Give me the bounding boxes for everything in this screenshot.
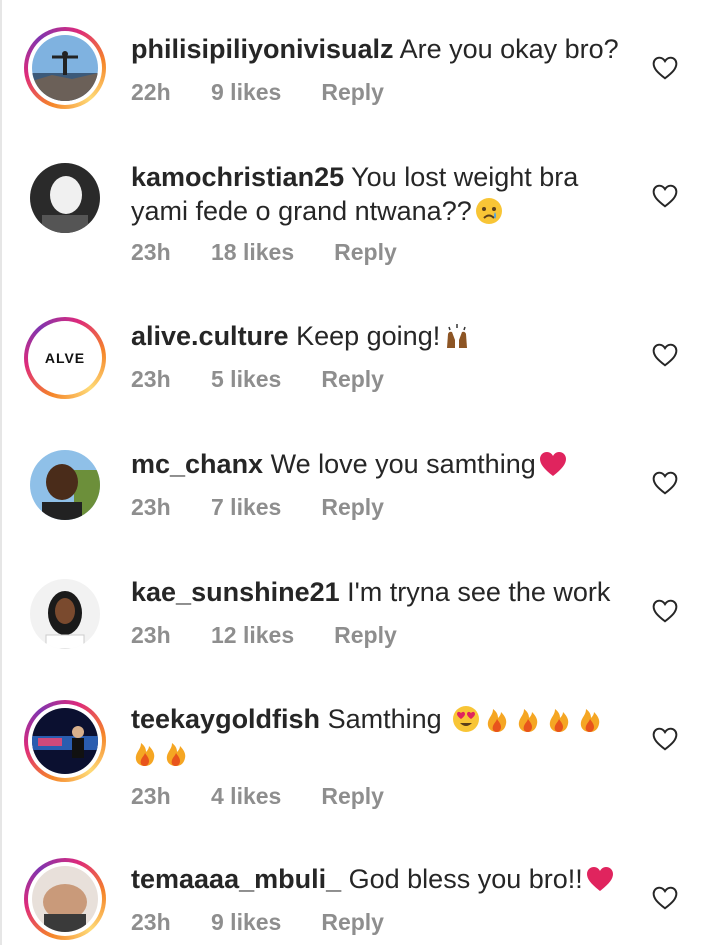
comment-text: mc_chanx We love you samthing — [131, 447, 631, 481]
comment-body: I'm tryna see the work — [347, 577, 611, 607]
fire-icon — [518, 709, 538, 732]
comment-username[interactable]: kae_sunshine21 — [131, 577, 340, 607]
fire-icon — [549, 709, 569, 732]
fire-icon — [135, 743, 155, 766]
comment-username[interactable]: kamochristian25 — [131, 162, 344, 192]
comment-time: 22h — [131, 79, 171, 105]
avatar-ring[interactable] — [24, 27, 106, 109]
comment-text: kae_sunshine21 I'm tryna see the work — [131, 575, 631, 609]
avatar-ring[interactable]: ALVE — [24, 317, 106, 399]
comment-meta: 22h 9 likes Reply — [131, 79, 384, 106]
comment-time: 23h — [131, 239, 171, 265]
comment-body: We love you samthing — [270, 449, 536, 479]
avatar — [30, 450, 100, 520]
comment-body: Keep going! — [296, 321, 441, 351]
left-edge-divider — [0, 0, 2, 945]
heart-outline-icon[interactable] — [652, 56, 678, 80]
comment-meta: 23h 7 likes Reply — [131, 494, 384, 521]
avatar-ring[interactable] — [24, 444, 106, 526]
heart-outline-icon[interactable] — [652, 727, 678, 751]
comment-username[interactable]: temaaaa_mbuli_ — [131, 864, 341, 894]
comment-username[interactable]: alive.culture — [131, 321, 289, 351]
heart-eyes-icon — [453, 706, 480, 732]
comment-meta: 23h 4 likes Reply — [131, 783, 384, 810]
avatar — [32, 35, 98, 101]
red-heart-icon — [586, 867, 613, 891]
heart-outline-icon[interactable] — [652, 886, 678, 910]
comment-text: kamochristian25 You lost weight bra yami… — [131, 160, 631, 228]
comment-username[interactable]: mc_chanx — [131, 449, 263, 479]
comment-meta: 23h 9 likes Reply — [131, 909, 384, 936]
avatar-ring[interactable] — [24, 858, 106, 940]
comment-likes[interactable]: 4 likes — [211, 783, 281, 810]
heart-outline-icon[interactable] — [652, 471, 678, 495]
comment-text: philisipiliyonivisualz Are you okay bro? — [131, 32, 631, 66]
avatar-ring[interactable] — [24, 157, 106, 239]
fire-icon — [580, 709, 600, 732]
reply-button[interactable]: Reply — [321, 79, 384, 106]
comment-text: alive.culture Keep going! — [131, 319, 631, 353]
avatar — [30, 163, 100, 233]
comment-time: 23h — [131, 622, 171, 648]
comment-username[interactable]: philisipiliyonivisualz — [131, 34, 394, 64]
heart-outline-icon[interactable] — [652, 599, 678, 623]
avatar-ring[interactable] — [24, 573, 106, 655]
avatar — [32, 866, 98, 932]
avatar: ALVE — [32, 325, 98, 391]
fire-icon — [487, 709, 507, 732]
avatar — [30, 579, 100, 649]
reply-button[interactable]: Reply — [334, 622, 397, 649]
comment-time: 23h — [131, 783, 171, 809]
comment-time: 23h — [131, 366, 171, 392]
comment-meta: 23h 18 likes Reply — [131, 239, 397, 266]
comment-body: God bless you bro!! — [348, 864, 583, 894]
reply-button[interactable]: Reply — [321, 783, 384, 810]
reply-button[interactable]: Reply — [321, 366, 384, 393]
comment-likes[interactable]: 5 likes — [211, 366, 281, 393]
reply-button[interactable]: Reply — [321, 494, 384, 521]
raising-hands-icon — [447, 324, 468, 348]
comment-text: temaaaa_mbuli_ God bless you bro!! — [131, 862, 631, 896]
avatar-logo-text: ALVE — [44, 350, 86, 366]
comment-body: Samthing — [327, 704, 442, 734]
comment-meta: 23h 5 likes Reply — [131, 366, 384, 393]
comment-likes[interactable]: 18 likes — [211, 239, 294, 266]
comment-meta: 23h 12 likes Reply — [131, 622, 397, 649]
comment-time: 23h — [131, 494, 171, 520]
comment-text: teekaygoldfish Samthing — [131, 702, 631, 770]
heart-outline-icon[interactable] — [652, 184, 678, 208]
comment-likes[interactable]: 9 likes — [211, 909, 281, 936]
reply-button[interactable]: Reply — [321, 909, 384, 936]
comment-likes[interactable]: 7 likes — [211, 494, 281, 521]
red-heart-icon — [539, 452, 566, 476]
reply-button[interactable]: Reply — [334, 239, 397, 266]
comment-time: 23h — [131, 909, 171, 935]
fire-icon — [166, 743, 186, 766]
comment-likes[interactable]: 9 likes — [211, 79, 281, 106]
avatar — [32, 708, 98, 774]
comment-username[interactable]: teekaygoldfish — [131, 704, 320, 734]
heart-outline-icon[interactable] — [652, 343, 678, 367]
comment-body: Are you okay bro? — [399, 34, 619, 64]
crying-face-icon — [475, 198, 502, 224]
avatar-ring[interactable] — [24, 700, 106, 782]
comment-likes[interactable]: 12 likes — [211, 622, 294, 649]
